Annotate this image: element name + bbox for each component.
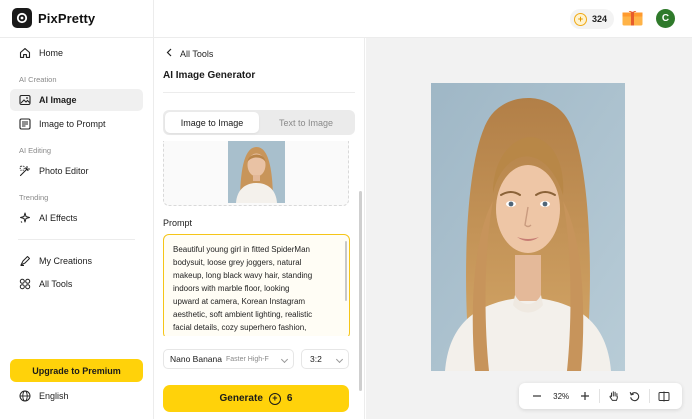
language-label: English xyxy=(39,390,69,401)
divider xyxy=(163,92,355,93)
coin-icon: + xyxy=(268,392,281,405)
gift-icon[interactable] xyxy=(622,11,643,26)
divider xyxy=(599,389,601,403)
sidebar-item-label: Photo Editor xyxy=(39,166,89,176)
zoom-in-icon xyxy=(581,392,590,400)
panel-scroll-area: Prompt Beautiful young girl in fitted Sp… xyxy=(163,141,355,336)
all-tools-icon xyxy=(18,278,31,291)
photo-editor-icon xyxy=(18,165,31,178)
sidebar-item-label: My Creations xyxy=(39,256,93,266)
model-select[interactable]: Nano Banana Faster High-F xyxy=(163,349,294,369)
home-icon xyxy=(18,47,31,60)
sidebar-item-label: AI Image xyxy=(39,95,77,105)
sidebar: Home AI Creation AI Image Image to Promp… xyxy=(0,38,154,419)
model-subtitle: Faster High-F xyxy=(226,355,269,363)
generate-button[interactable]: Generate + 6 xyxy=(163,385,349,412)
sidebar-item-label: All Tools xyxy=(39,279,73,289)
sidebar-item-image-to-prompt[interactable]: Image to Prompt xyxy=(10,113,143,135)
zoom-level: 32% xyxy=(553,391,570,401)
section-label-ai-creation: AI Creation xyxy=(19,75,57,84)
reference-image-upload[interactable] xyxy=(163,141,349,206)
chevron-left-icon xyxy=(166,48,172,59)
back-label: All Tools xyxy=(180,48,214,59)
tab-text-to-image[interactable]: Text to Image xyxy=(259,112,353,133)
chevron-down-icon xyxy=(280,355,289,364)
hand-icon xyxy=(609,391,619,401)
aspect-ratio-value: 3:2 xyxy=(310,354,322,364)
reference-image-thumbnail[interactable] xyxy=(228,141,285,203)
logo-icon xyxy=(12,8,32,28)
aspect-ratio-select[interactable]: 3:2 xyxy=(301,349,349,369)
language-selector[interactable]: English xyxy=(18,389,69,402)
divider xyxy=(18,239,135,240)
logo[interactable]: PixPretty xyxy=(12,8,95,28)
avatar-initial: C xyxy=(661,13,670,24)
sidebar-item-my-creations[interactable]: My Creations xyxy=(10,250,143,272)
zoom-in-button[interactable] xyxy=(575,386,595,406)
upgrade-label: Upgrade to Premium xyxy=(32,365,121,376)
avatar[interactable]: C xyxy=(656,9,675,28)
reset-icon xyxy=(629,391,640,401)
coin-icon: + xyxy=(574,12,587,26)
my-creations-icon xyxy=(18,255,31,268)
generate-cost: 6 xyxy=(286,393,293,404)
prompt-textarea[interactable]: Beautiful young girl in fitted SpiderMan… xyxy=(163,234,350,336)
credits-badge[interactable]: + 324 xyxy=(570,9,615,29)
credits-count: 324 xyxy=(592,14,608,24)
app-name: PixPretty xyxy=(38,10,96,26)
reset-view-button[interactable] xyxy=(624,386,644,406)
model-name: Nano Banana xyxy=(170,354,222,364)
compare-button[interactable] xyxy=(654,386,674,406)
compare-icon xyxy=(658,391,670,401)
tab-image-to-image[interactable]: Image to Image xyxy=(165,112,259,133)
ai-effects-icon xyxy=(18,212,31,225)
top-bar: PixPretty + 324 C xyxy=(0,0,692,38)
prompt-scrollbar[interactable] xyxy=(345,241,347,301)
prompt-label: Prompt xyxy=(163,218,193,228)
sidebar-item-label: Home xyxy=(39,48,64,58)
zoom-out-button[interactable] xyxy=(527,386,547,406)
generator-panel: All Tools AI Image Generator Image to Im… xyxy=(154,38,365,419)
zoom-out-icon xyxy=(533,395,542,397)
section-label-ai-editing: AI Editing xyxy=(19,146,52,155)
page-title: AI Image Generator xyxy=(163,70,256,81)
prompt-text[interactable]: Beautiful young girl in fitted SpiderMan… xyxy=(173,243,339,336)
generated-image-preview[interactable] xyxy=(431,83,625,371)
upgrade-button[interactable]: Upgrade to Premium xyxy=(10,359,143,382)
globe-icon xyxy=(18,389,31,402)
chevron-down-icon xyxy=(335,355,344,364)
sidebar-item-ai-image[interactable]: AI Image xyxy=(10,89,143,111)
sidebar-item-label: AI Effects xyxy=(39,213,78,223)
preview-canvas: 32% xyxy=(366,38,692,419)
zoom-toolbar: 32% xyxy=(519,383,682,409)
panel-scrollbar[interactable] xyxy=(359,191,362,391)
image-to-prompt-icon xyxy=(18,118,31,131)
mode-tabs: Image to Image Text to Image xyxy=(163,110,355,135)
sidebar-item-all-tools[interactable]: All Tools xyxy=(10,273,143,295)
generate-label: Generate xyxy=(219,393,263,404)
ai-image-icon xyxy=(18,94,31,107)
sidebar-item-label: Image to Prompt xyxy=(39,119,106,129)
sidebar-item-ai-effects[interactable]: AI Effects xyxy=(10,207,143,229)
section-label-trending: Trending xyxy=(19,193,49,202)
pan-button[interactable] xyxy=(604,386,624,406)
sidebar-item-home[interactable]: Home xyxy=(10,42,143,64)
divider xyxy=(153,0,154,38)
back-link[interactable]: All Tools xyxy=(166,48,213,59)
sidebar-item-photo-editor[interactable]: Photo Editor xyxy=(10,160,143,182)
divider xyxy=(648,389,650,403)
